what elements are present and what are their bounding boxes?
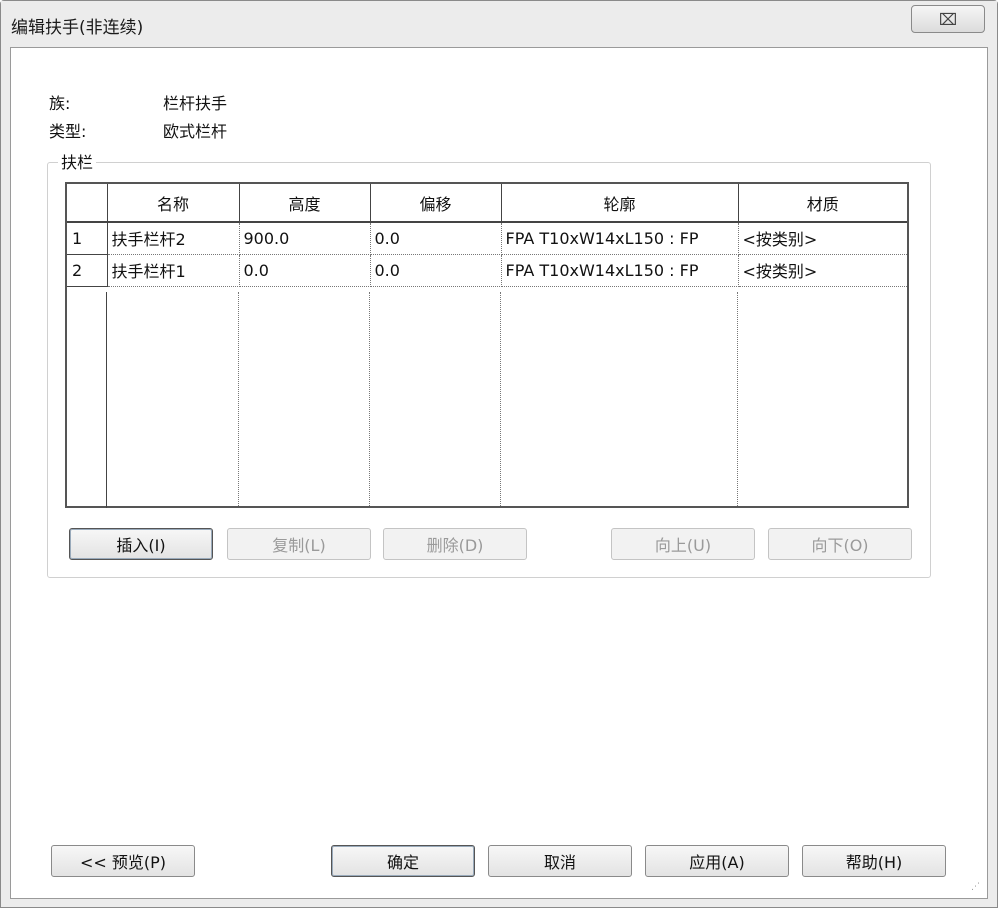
table-corner-cell <box>67 184 108 223</box>
empty-column-area <box>370 292 501 506</box>
cell-height[interactable]: 0.0 <box>239 254 371 287</box>
close-button[interactable]: ⌧ <box>911 5 985 33</box>
column-header-name[interactable]: 名称 <box>107 184 240 223</box>
column-header-height[interactable]: 高度 <box>239 184 371 223</box>
preview-button[interactable]: << 预览(P) <box>51 845 195 877</box>
move-up-button[interactable]: 向上(U) <box>611 528 755 560</box>
cell-material[interactable]: <按类别> <box>738 222 907 255</box>
close-icon: ⌧ <box>938 9 958 29</box>
type-value: 欧式栏杆 <box>163 122 228 141</box>
family-value: 栏杆扶手 <box>163 94 228 113</box>
rails-table: 名称 高度 偏移 轮廓 材质 1 扶手栏杆2 900.0 0.0 FPA T10… <box>65 182 909 508</box>
rails-group-legend: 扶栏 <box>58 149 97 173</box>
insert-button[interactable]: 插入(I) <box>69 528 213 560</box>
cell-height[interactable]: 900.0 <box>239 222 371 255</box>
dialog-title: 编辑扶手(非连续) <box>11 18 144 38</box>
family-label: 族: <box>49 94 71 113</box>
cell-profile[interactable]: FPA T10xW14xL150 : FP <box>501 222 739 255</box>
apply-button[interactable]: 应用(A) <box>645 845 789 877</box>
copy-button[interactable]: 复制(L) <box>227 528 371 560</box>
dialog-window: 编辑扶手(非连续) ⌧ 族: 栏杆扶手 类型: 欧式栏杆 扶栏 名称 高度 偏移… <box>0 0 998 908</box>
empty-column-area <box>501 292 738 506</box>
type-label: 类型: <box>49 122 87 141</box>
row-header-empty-area <box>67 292 107 508</box>
cell-profile[interactable]: FPA T10xW14xL150 : FP <box>501 254 739 287</box>
table-row[interactable]: 2 扶手栏杆1 0.0 0.0 FPA T10xW14xL150 : FP <按… <box>67 254 907 287</box>
column-header-material[interactable]: 材质 <box>738 184 907 223</box>
delete-button[interactable]: 删除(D) <box>383 528 527 560</box>
help-button[interactable]: 帮助(H) <box>802 845 946 877</box>
cell-name[interactable]: 扶手栏杆2 <box>107 222 240 255</box>
table-header-row: 名称 高度 偏移 轮廓 材质 <box>67 184 907 223</box>
dialog-client-area: 族: 栏杆扶手 类型: 欧式栏杆 扶栏 名称 高度 偏移 轮廓 材质 1 扶手栏… <box>10 47 988 899</box>
row-number[interactable]: 1 <box>67 222 108 255</box>
table-row[interactable]: 1 扶手栏杆2 900.0 0.0 FPA T10xW14xL150 : FP … <box>67 222 907 255</box>
cell-offset[interactable]: 0.0 <box>370 222 502 255</box>
resize-grip-icon[interactable]: ⋰ <box>971 882 983 894</box>
cell-material[interactable]: <按类别> <box>738 254 907 287</box>
column-header-profile[interactable]: 轮廓 <box>501 184 739 223</box>
row-number[interactable]: 2 <box>67 254 108 287</box>
empty-column-area <box>239 292 370 506</box>
cancel-button[interactable]: 取消 <box>488 845 632 877</box>
title-bar: 编辑扶手(非连续) ⌧ <box>1 1 997 47</box>
empty-column-area <box>107 292 239 506</box>
move-down-button[interactable]: 向下(O) <box>768 528 912 560</box>
cell-offset[interactable]: 0.0 <box>370 254 502 287</box>
ok-button[interactable]: 确定 <box>331 845 475 877</box>
cell-name[interactable]: 扶手栏杆1 <box>107 254 240 287</box>
column-header-offset[interactable]: 偏移 <box>370 184 502 223</box>
